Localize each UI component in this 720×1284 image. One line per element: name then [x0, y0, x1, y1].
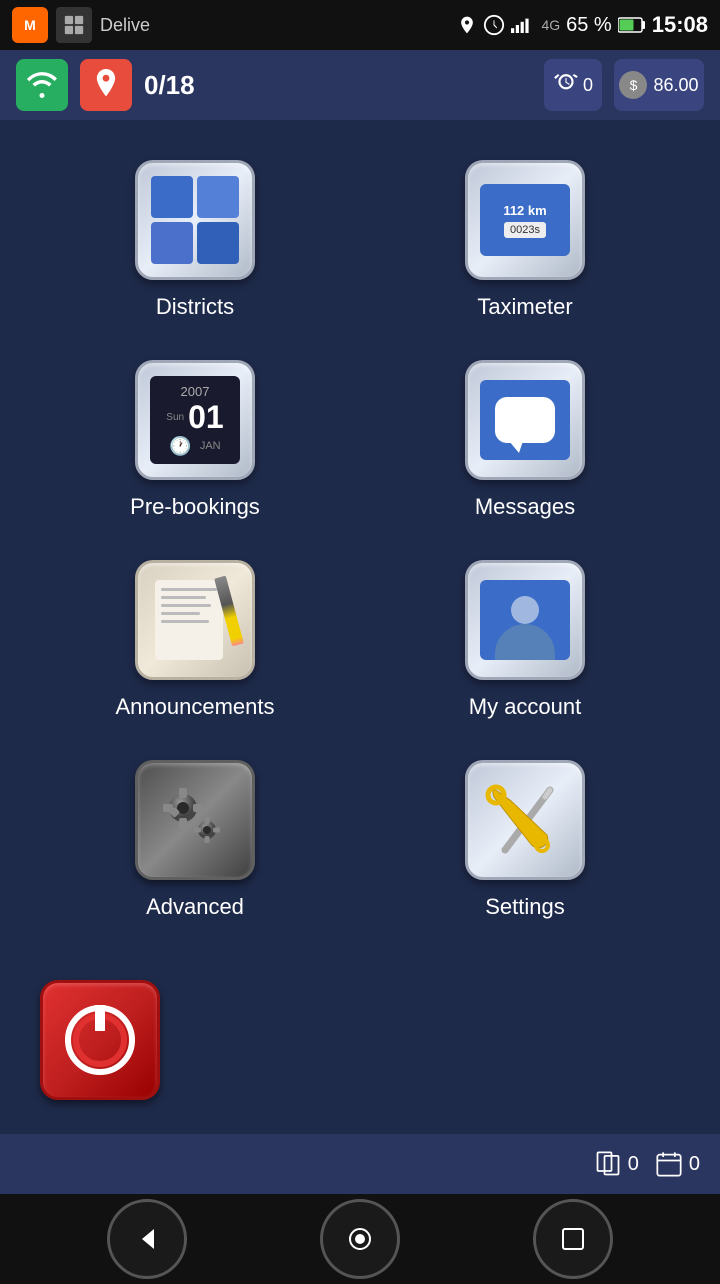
- calendar-display: 2007 Sun 01 🕐 JAN: [150, 376, 240, 464]
- districts-grid: [151, 176, 239, 264]
- alarm-button[interactable]: 0: [544, 59, 602, 111]
- speech-bubble: [495, 397, 555, 443]
- app-item-settings[interactable]: Settings: [360, 740, 690, 940]
- note-line-1: [161, 588, 217, 591]
- battery-label: 65 %: [566, 14, 612, 37]
- note-line-5: [161, 620, 209, 623]
- cal-date: 01: [188, 399, 224, 436]
- battery-icon: [618, 16, 646, 34]
- doc-stat: 0: [594, 1150, 639, 1178]
- location-icon: [457, 15, 477, 35]
- cal-clock-icon: 🕐: [169, 436, 191, 457]
- location-button[interactable]: [80, 59, 132, 111]
- messages-display: [480, 380, 570, 460]
- person-shape: [495, 596, 555, 660]
- cal-icon: [655, 1150, 683, 1178]
- cal-count: 0: [689, 1153, 700, 1176]
- recent-button[interactable]: [533, 1199, 613, 1279]
- messages-label: Messages: [475, 494, 575, 520]
- taximeter-icon: 112 km 0023s: [465, 160, 585, 280]
- gallery-icon: [56, 7, 92, 43]
- cal-day-row: Sun 01: [166, 399, 223, 436]
- taximeter-label: Taximeter: [477, 294, 572, 320]
- cal-year: 2007: [181, 384, 210, 399]
- alarm-icon: [553, 72, 579, 98]
- back-icon: [132, 1224, 162, 1254]
- announcements-label: Announcements: [116, 694, 275, 720]
- note-line-4: [161, 612, 200, 615]
- recent-icon: [560, 1226, 586, 1252]
- app-item-advanced[interactable]: Advanced: [30, 740, 360, 940]
- app-item-messages[interactable]: Messages: [360, 340, 690, 540]
- app-item-myaccount[interactable]: My account: [360, 540, 690, 740]
- note-line-2: [161, 596, 206, 599]
- cal-day: Sun: [166, 412, 184, 423]
- home-icon: [345, 1224, 375, 1254]
- person-body: [495, 624, 555, 660]
- mi-icon: M: [12, 7, 48, 43]
- wifi-icon: [26, 71, 58, 99]
- account-display: [480, 580, 570, 660]
- settings-label: Settings: [485, 894, 565, 920]
- bottom-bar: 0 0: [0, 1134, 720, 1194]
- prebookings-icon: 2007 Sun 01 🕐 JAN: [135, 360, 255, 480]
- status-left: M Delive: [12, 7, 150, 43]
- coin-icon: $: [619, 71, 647, 99]
- myaccount-label: My account: [469, 694, 582, 720]
- trip-counter: 0/18: [144, 70, 195, 101]
- balance-button[interactable]: $ 86.00: [614, 59, 704, 111]
- alarm-count: 0: [583, 75, 593, 96]
- note-display: [155, 576, 235, 664]
- doc-icon: [594, 1150, 622, 1178]
- nav-bar: [0, 1194, 720, 1284]
- back-button[interactable]: [107, 1199, 187, 1279]
- status-bar: M Delive 4G 65 % 15:08: [0, 0, 720, 50]
- settings-icon: [465, 760, 585, 880]
- logout-row: [0, 960, 720, 1134]
- app-grid: Districts 112 km 0023s Taximeter 2007 Su…: [0, 120, 720, 960]
- districts-label: Districts: [156, 294, 234, 320]
- app-item-districts[interactable]: Districts: [30, 140, 360, 340]
- note-line-3: [161, 604, 211, 607]
- alarm-status-icon: [483, 14, 505, 36]
- time-label: 15:08: [652, 12, 708, 38]
- app-bar: 0/18 0 $ 86.00: [0, 50, 720, 120]
- app-item-announcements[interactable]: Announcements: [30, 540, 360, 740]
- app-name-label: Delive: [100, 15, 150, 36]
- cal-month: JAN: [200, 440, 221, 452]
- myaccount-icon: [465, 560, 585, 680]
- announcements-icon: [135, 560, 255, 680]
- advanced-icon: [135, 760, 255, 880]
- prebookings-label: Pre-bookings: [130, 494, 260, 520]
- power-button-shape: [65, 1005, 135, 1075]
- signal-icon: [511, 15, 535, 35]
- location-pin-icon: [92, 69, 120, 101]
- home-button[interactable]: [320, 1199, 400, 1279]
- app-item-prebookings[interactable]: 2007 Sun 01 🕐 JAN Pre-bookings: [30, 340, 360, 540]
- taximeter-code: 0023s: [504, 222, 546, 238]
- gear-svg: [155, 780, 235, 860]
- power-button-inner: [73, 1013, 127, 1067]
- network-type: 4G: [541, 17, 560, 33]
- app-item-logout[interactable]: [30, 960, 170, 1134]
- messages-icon: [465, 360, 585, 480]
- app-item-taximeter[interactable]: 112 km 0023s Taximeter: [360, 140, 690, 340]
- advanced-label: Advanced: [146, 894, 244, 920]
- taximeter-km: 112 km: [503, 203, 546, 218]
- tools-svg: [480, 775, 570, 865]
- taximeter-display: 112 km 0023s: [480, 184, 570, 256]
- districts-icon: [135, 160, 255, 280]
- person-head: [511, 596, 539, 624]
- status-right: 4G 65 % 15:08: [457, 12, 708, 38]
- cal-stat: 0: [655, 1150, 700, 1178]
- wifi-button[interactable]: [16, 59, 68, 111]
- gear-container: [150, 775, 240, 865]
- logout-icon: [40, 980, 160, 1100]
- balance-label: 86.00: [653, 75, 698, 96]
- note-paper: [155, 580, 223, 660]
- doc-count: 0: [628, 1153, 639, 1176]
